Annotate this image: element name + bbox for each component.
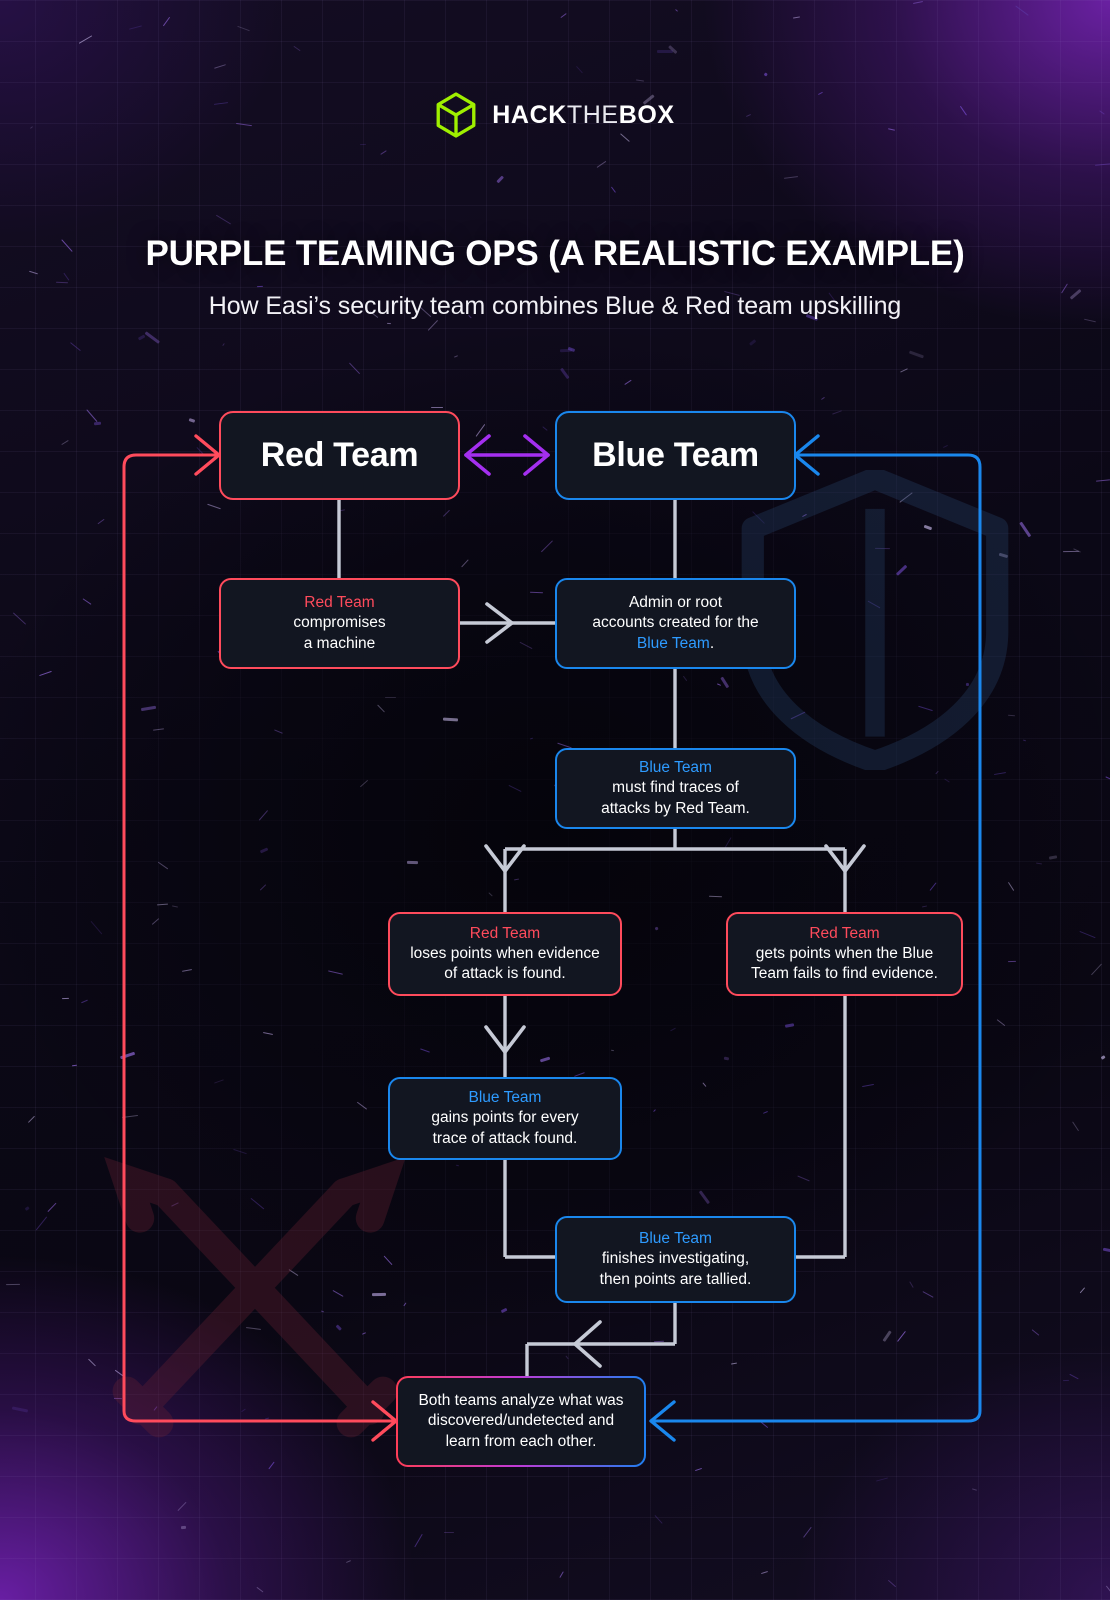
node-admin-accounts-accent: Blue Team bbox=[636, 634, 710, 652]
node-admin-accounts-line1: Admin or root bbox=[628, 594, 723, 612]
node-blue-gains-points[interactable]: Blue Team gains points for every trace o… bbox=[388, 1077, 622, 1160]
node-both-teams-line3: learn from each other. bbox=[445, 1432, 597, 1450]
node-red-loses-points-line1: loses points when evidence bbox=[410, 944, 600, 962]
node-red-loses-points-line2: of attack is found. bbox=[444, 965, 566, 983]
node-admin-accounts[interactable]: Admin or root accounts created for the B… bbox=[555, 578, 796, 669]
node-both-teams-line1: Both teams analyze what was bbox=[418, 1392, 624, 1410]
node-blue-find-traces-line1: must find traces of bbox=[612, 779, 739, 797]
node-both-teams-line2: discovered/undetected and bbox=[427, 1412, 615, 1430]
node-red-loses-points-accent: Red Team bbox=[469, 924, 541, 942]
node-red-loses-points[interactable]: Red Team loses points when evidence of a… bbox=[388, 912, 622, 996]
node-both-teams-analyze[interactable]: Both teams analyze what was discovered/u… bbox=[396, 1376, 646, 1467]
node-admin-accounts-line2: accounts created for the bbox=[592, 614, 759, 632]
node-red-gets-points-line1: gets points when the Blue bbox=[755, 944, 934, 962]
node-red-compromise-accent: Red Team bbox=[304, 594, 375, 612]
node-red-gets-points[interactable]: Red Team gets points when the Blue Team … bbox=[726, 912, 963, 996]
node-blue-finishes-line2: then points are tallied. bbox=[599, 1270, 752, 1288]
node-admin-accounts-tail: . bbox=[709, 634, 715, 652]
node-blue-team-header-label: Blue Team bbox=[592, 436, 759, 475]
red-blue-bidirectional-arrow bbox=[464, 434, 550, 476]
node-blue-gains-points-line2: trace of attack found. bbox=[432, 1129, 578, 1147]
node-red-gets-points-accent: Red Team bbox=[809, 924, 880, 942]
node-red-compromise-line2: a machine bbox=[303, 634, 376, 652]
node-blue-find-traces[interactable]: Blue Team must find traces of attacks by… bbox=[555, 748, 796, 829]
infographic-canvas: HACKTHEBOX PURPLE TEAMING OPS (A REALIST… bbox=[0, 0, 1110, 1600]
node-blue-finishes[interactable]: Blue Team finishes investigating, then p… bbox=[555, 1216, 796, 1303]
node-blue-finishes-accent: Blue Team bbox=[639, 1230, 712, 1248]
node-blue-find-traces-line2: attacks by Red Team. bbox=[601, 799, 750, 817]
node-red-compromise-line1: compromises bbox=[293, 614, 386, 632]
node-blue-gains-points-line1: gains points for every bbox=[431, 1109, 579, 1127]
node-red-compromise[interactable]: Red Team compromises a machine bbox=[219, 578, 460, 669]
node-blue-gains-points-accent: Blue Team bbox=[468, 1089, 542, 1107]
node-blue-finishes-line1: finishes investigating, bbox=[601, 1250, 750, 1268]
node-red-team-header[interactable]: Red Team bbox=[219, 411, 460, 500]
node-blue-find-traces-accent: Blue Team bbox=[639, 759, 712, 777]
node-red-gets-points-line2: Team fails to find evidence. bbox=[751, 965, 938, 983]
node-blue-team-header[interactable]: Blue Team bbox=[555, 411, 796, 500]
node-red-team-header-label: Red Team bbox=[260, 436, 419, 475]
